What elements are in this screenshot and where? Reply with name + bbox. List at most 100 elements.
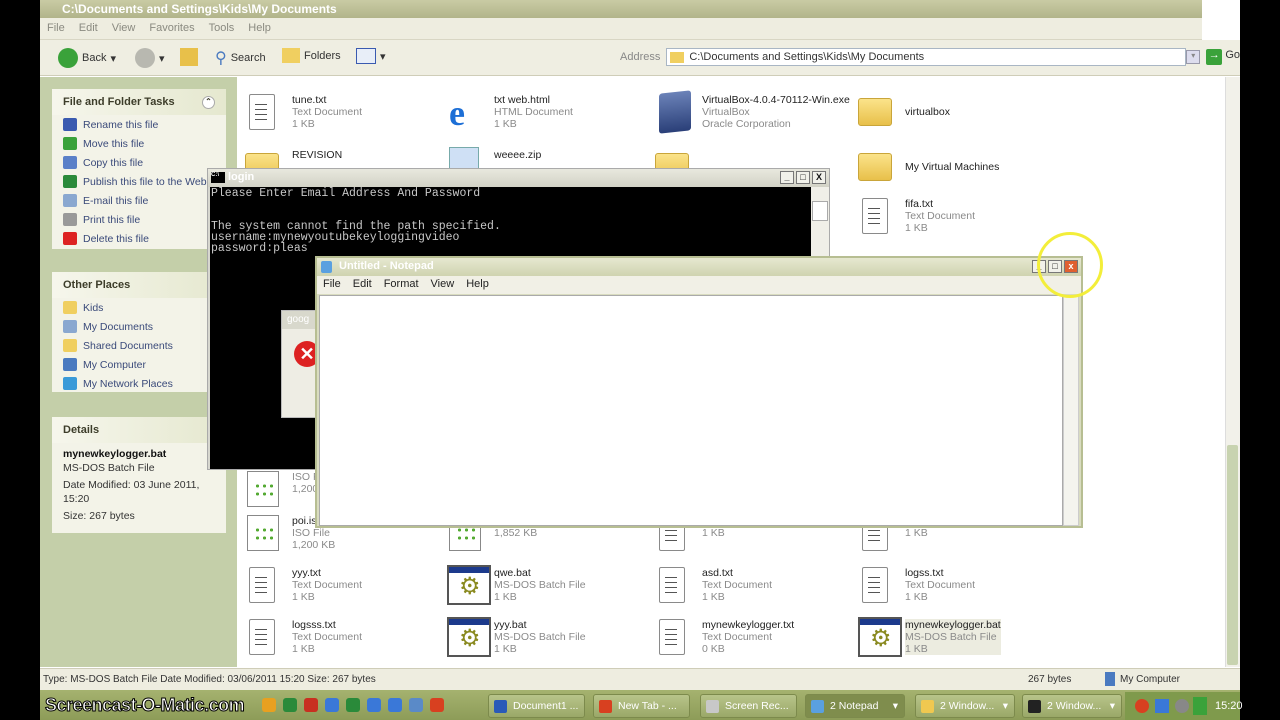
- tray-icon[interactable]: [1155, 699, 1169, 713]
- menu-file[interactable]: File: [40, 18, 72, 38]
- address-input[interactable]: C:\Documents and Settings\Kids\My Docume…: [666, 48, 1187, 66]
- file-item[interactable]: fifa.txt Text Document 1 KB: [858, 196, 1058, 244]
- bat-file-icon: [447, 565, 491, 605]
- file-size: 1 KB: [292, 643, 315, 655]
- place-item[interactable]: My Computer: [52, 355, 226, 374]
- app-icon: [921, 700, 934, 713]
- quick-launch-icon[interactable]: [367, 698, 381, 712]
- iso-file-icon: [245, 513, 279, 553]
- close-button[interactable]: X: [812, 171, 826, 184]
- task-item[interactable]: Move this file: [52, 134, 226, 153]
- taskbar-button[interactable]: 2 Window... ▾: [1022, 694, 1122, 718]
- quick-launch-icon[interactable]: [346, 698, 360, 712]
- search-button[interactable]: ⚲ Search: [215, 48, 266, 68]
- tray-icon[interactable]: [1193, 697, 1207, 715]
- file-item[interactable]: mynewkeylogger.batMS-DOS Batch File1 KB: [858, 617, 1058, 665]
- task-item[interactable]: Copy this file: [52, 153, 226, 172]
- notepad-text-area[interactable]: [319, 295, 1063, 526]
- file-name: weeee.zip: [494, 149, 542, 161]
- place-icon: [63, 320, 77, 333]
- place-item[interactable]: My Network Places: [52, 374, 226, 393]
- file-size: Oracle Corporation: [702, 118, 791, 130]
- place-item[interactable]: Shared Documents: [52, 336, 226, 355]
- menu-favorites[interactable]: Favorites: [142, 18, 201, 38]
- taskbar-button[interactable]: Document1 ...: [488, 694, 585, 718]
- menu-view[interactable]: View: [105, 18, 143, 38]
- file-item[interactable]: yyy.batMS-DOS Batch File1 KB: [447, 617, 647, 665]
- go-button[interactable]: → Go: [1206, 49, 1240, 65]
- windows-logo: [1202, 0, 1240, 40]
- quick-launch-icon[interactable]: [430, 698, 444, 712]
- scrollbar-thumb[interactable]: [1227, 445, 1238, 665]
- tray-icon[interactable]: [1135, 699, 1149, 713]
- task-item[interactable]: Print this file: [52, 210, 226, 229]
- file-size: 1 KB: [702, 527, 725, 539]
- place-icon: [63, 339, 77, 352]
- task-item[interactable]: E-mail this file: [52, 191, 226, 210]
- file-item[interactable]: tune.txt Text Document 1 KB: [245, 92, 445, 140]
- explorer-menubar: File Edit View Favorites Tools Help: [40, 18, 1240, 40]
- taskbar-button[interactable]: Screen Rec...: [700, 694, 797, 718]
- task-item[interactable]: Rename this file: [52, 115, 226, 134]
- file-item[interactable]: logsss.txt Text Document 1 KB: [245, 617, 445, 665]
- file-item[interactable]: e txt web.html HTML Document 1 KB: [447, 92, 647, 140]
- file-type: MS-DOS Batch File: [905, 631, 997, 643]
- task-icon: [63, 213, 77, 226]
- notepad-titlebar[interactable]: Untitled - Notepad _ □ x: [317, 258, 1081, 276]
- menu-edit[interactable]: Edit: [347, 276, 378, 292]
- views-button[interactable]: ▾: [356, 48, 386, 64]
- task-item[interactable]: Publish this file to the Web: [52, 172, 226, 191]
- up-folder-button[interactable]: [180, 48, 198, 66]
- panel-title: File and Folder Tasks: [63, 96, 175, 108]
- tray-icon[interactable]: [1175, 699, 1189, 713]
- details-modified: Date Modified: 03 June 2011, 15:20: [63, 479, 200, 505]
- forward-button[interactable]: ▾: [135, 48, 165, 68]
- quick-launch-icon[interactable]: [304, 698, 318, 712]
- text-file-icon: [858, 196, 892, 236]
- text-file-icon: [245, 92, 279, 132]
- file-item[interactable]: qwe.batMS-DOS Batch File1 KB: [447, 565, 647, 613]
- file-size: 1 KB: [292, 591, 315, 603]
- menu-file[interactable]: File: [317, 276, 347, 292]
- notepad-window: Untitled - Notepad _ □ x File Edit Format Vie…: [315, 256, 1083, 528]
- notepad-scrollbar[interactable]: [1063, 295, 1079, 526]
- taskbar-button[interactable]: 2 Notepad ▾: [805, 694, 905, 718]
- menu-help[interactable]: Help: [460, 276, 495, 292]
- back-button[interactable]: Back ▾: [58, 48, 116, 68]
- menu-help[interactable]: Help: [241, 18, 278, 38]
- place-item[interactable]: Kids: [52, 298, 226, 317]
- menu-tools[interactable]: Tools: [202, 18, 242, 38]
- file-item[interactable]: yyy.txt Text Document 1 KB: [245, 565, 445, 613]
- taskbar-button[interactable]: 2 Window... ▾: [915, 694, 1015, 718]
- menu-view[interactable]: View: [425, 276, 461, 292]
- file-type: MS-DOS Batch File: [494, 631, 586, 643]
- minimize-button[interactable]: _: [780, 171, 794, 184]
- file-item[interactable]: VirtualBox-4.0.4-70112-Win.exe VirtualBox…: [655, 90, 855, 140]
- file-item[interactable]: logss.txt Text Document 1 KB: [858, 565, 1058, 613]
- maximize-button[interactable]: □: [796, 171, 810, 184]
- folders-button[interactable]: Folders: [282, 48, 341, 63]
- file-item[interactable]: My Virtual Machines: [858, 147, 1058, 195]
- quick-launch-icon[interactable]: [388, 698, 402, 712]
- file-name: yyy.txt: [292, 567, 321, 579]
- menu-format[interactable]: Format: [378, 276, 425, 292]
- menu-edit[interactable]: Edit: [72, 18, 105, 38]
- explorer-title: C:\Documents and Settings\Kids\My Docume…: [40, 0, 1240, 18]
- quick-launch-icon[interactable]: [262, 698, 276, 712]
- quick-launch-icon[interactable]: [325, 698, 339, 712]
- file-name: qwe.bat: [494, 567, 531, 579]
- clock[interactable]: 15:20: [1215, 700, 1243, 712]
- cursor-highlight: [1037, 232, 1103, 298]
- task-item[interactable]: Delete this file: [52, 229, 226, 248]
- file-item[interactable]: virtualbox: [858, 92, 1058, 140]
- file-item[interactable]: asd.txt Text Document 1 KB: [655, 565, 855, 613]
- quick-launch-icon[interactable]: [409, 698, 423, 712]
- taskbar-button[interactable]: New Tab - ...: [593, 694, 690, 718]
- place-icon: [63, 377, 77, 390]
- quick-launch-icon[interactable]: [283, 698, 297, 712]
- collapse-chevron-icon[interactable]: ⌃: [202, 96, 215, 109]
- place-item[interactable]: My Documents: [52, 317, 226, 336]
- address-dropdown-icon[interactable]: ▾: [1186, 50, 1201, 64]
- console-titlebar[interactable]: C:\ login _ □ X: [208, 169, 829, 187]
- file-item[interactable]: mynewkeylogger.txt Text Document 0 KB: [655, 617, 855, 665]
